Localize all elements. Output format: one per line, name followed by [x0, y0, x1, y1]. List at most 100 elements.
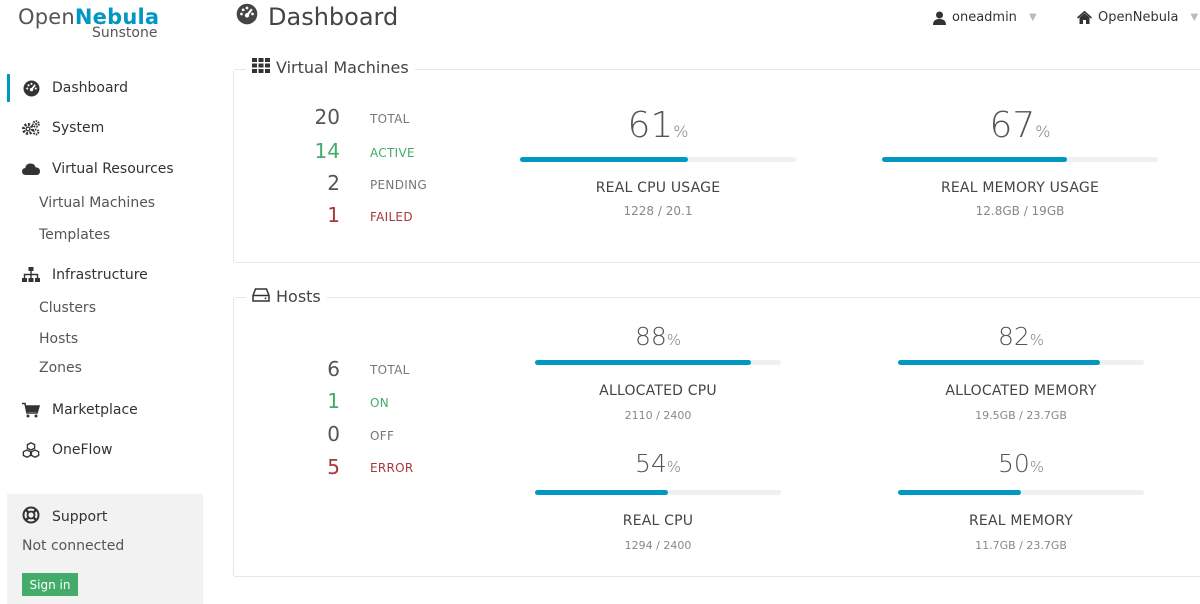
real-cpu-value: 54% [535, 449, 781, 478]
virtual-machines-legend[interactable]: Virtual Machines [246, 58, 415, 77]
active-indicator [7, 74, 10, 102]
sidebar-item-virtual-resources[interactable]: Virtual Resources [22, 155, 174, 183]
real-memory-usage-label: REAL MEMORY USAGE [940, 180, 1100, 196]
real-cpu-usage-detail: 1228 / 20.1 [623, 204, 693, 218]
life-ring-icon [22, 506, 40, 528]
allocated-memory-label: ALLOCATED MEMORY [945, 383, 1097, 399]
legend-title: Virtual Machines [276, 58, 409, 77]
real-memory-detail: 11.7GB / 23.7GB [975, 539, 1067, 552]
real-memory-value: 50% [898, 449, 1144, 478]
logo-product: Sunstone [92, 25, 158, 41]
support-status: Not connected [22, 538, 125, 554]
real-memory-label: REAL MEMORY [968, 513, 1073, 529]
dashboard-icon [236, 3, 258, 31]
sidebar-item-virtual-machines[interactable]: Virtual Machines [39, 195, 155, 211]
vm-total-count[interactable]: 20 [310, 105, 340, 129]
chevron-down-icon: ▼ [1028, 12, 1037, 23]
gauge-number: 82 [997, 322, 1030, 351]
real-cpu-label: REAL CPU [622, 513, 694, 529]
gauge-number: 61 [627, 105, 674, 146]
cubes-icon [22, 441, 40, 459]
allocated-cpu-bar [535, 360, 781, 365]
hosts-on-count[interactable]: 1 [310, 389, 340, 413]
opennebula-logo[interactable]: OpenNebula Sunstone [18, 5, 178, 41]
vm-pending-label[interactable]: PENDING [370, 178, 427, 192]
support-title: Support [22, 506, 107, 528]
allocated-cpu-detail: 2110 / 2400 [624, 409, 692, 422]
user-icon [933, 11, 946, 25]
gauge-unit: % [666, 331, 682, 349]
allocated-memory-bar-fill [898, 360, 1100, 365]
legend-title: Hosts [276, 287, 321, 306]
sidebar-item-label: OneFlow [52, 442, 113, 458]
shopping-cart-icon [22, 401, 40, 419]
gauge-unit: % [673, 122, 689, 141]
allocated-memory-detail: 19.5GB / 23.7GB [975, 409, 1067, 422]
hosts-off-label[interactable]: OFF [370, 429, 394, 443]
gauge-number: 88 [634, 322, 667, 351]
real-memory-usage-bar [882, 157, 1158, 162]
logo-prefix: Open [18, 5, 75, 29]
real-cpu-usage-bar-fill [520, 157, 689, 162]
virtual-machines-panel [233, 69, 1200, 263]
sidebar-item-templates[interactable]: Templates [39, 227, 110, 243]
zone-name: OpenNebula [1098, 10, 1179, 25]
real-memory-usage-detail: 12.8GB / 19GB [975, 204, 1065, 218]
hosts-legend[interactable]: Hosts [246, 287, 327, 306]
page-title-text: Dashboard [268, 3, 399, 31]
real-cpu-usage-label: REAL CPU USAGE [595, 180, 721, 196]
real-cpu-bar-fill [535, 490, 668, 495]
gauge-unit: % [1029, 458, 1045, 476]
home-icon [1077, 11, 1092, 24]
allocated-memory-value: 82% [898, 322, 1144, 351]
dashboard-icon [22, 79, 40, 97]
sidebar-item-label: Marketplace [52, 402, 138, 418]
real-cpu-bar [535, 490, 781, 495]
allocated-memory-bar [898, 360, 1144, 365]
vm-failed-count[interactable]: 1 [310, 203, 340, 227]
sidebar-item-oneflow[interactable]: OneFlow [22, 436, 112, 464]
real-cpu-usage-value: 61% [520, 105, 796, 146]
sidebar-item-system[interactable]: System [22, 114, 104, 142]
sidebar-item-label: Virtual Resources [52, 161, 174, 177]
vm-active-count[interactable]: 14 [310, 139, 340, 163]
hosts-error-label[interactable]: ERROR [370, 461, 414, 475]
hosts-on-label[interactable]: ON [370, 396, 389, 410]
sign-in-button[interactable]: Sign in [22, 573, 78, 596]
vm-pending-count[interactable]: 2 [310, 171, 340, 195]
real-memory-bar [898, 490, 1144, 495]
vm-total-label[interactable]: TOTAL [370, 112, 410, 126]
hosts-total-count[interactable]: 6 [310, 357, 340, 381]
user-menu[interactable]: oneadmin ▼ [933, 10, 1037, 25]
sidebar-item-marketplace[interactable]: Marketplace [22, 396, 138, 424]
allocated-cpu-bar-fill [535, 360, 752, 365]
real-memory-usage-bar-fill [882, 157, 1067, 162]
allocated-cpu-value: 88% [535, 322, 781, 351]
real-memory-bar-fill [898, 490, 1021, 495]
sidebar-item-label: Dashboard [52, 80, 128, 96]
vm-active-label[interactable]: ACTIVE [370, 146, 415, 160]
page-title: Dashboard [236, 3, 398, 31]
sitemap-icon [22, 266, 40, 284]
vm-failed-label[interactable]: FAILED [370, 210, 413, 224]
gauge-unit: % [666, 458, 682, 476]
gauge-unit: % [1029, 331, 1045, 349]
chevron-down-icon: ▼ [1190, 12, 1199, 23]
sidebar: OpenNebula Sunstone Dashboard System Vir… [0, 0, 220, 604]
sidebar-item-clusters[interactable]: Clusters [39, 300, 96, 316]
sidebar-item-infrastructure[interactable]: Infrastructure [22, 261, 148, 289]
zone-menu[interactable]: OpenNebula ▼ [1077, 10, 1198, 25]
hosts-error-count[interactable]: 5 [310, 455, 340, 479]
hosts-total-label[interactable]: TOTAL [370, 363, 410, 377]
sidebar-item-zones[interactable]: Zones [39, 360, 82, 376]
sidebar-item-label: Infrastructure [52, 267, 148, 283]
allocated-cpu-label: ALLOCATED CPU [599, 383, 717, 399]
gauge-number: 54 [634, 449, 667, 478]
hosts-off-count[interactable]: 0 [310, 422, 340, 446]
gauge-number: 50 [997, 449, 1030, 478]
real-cpu-detail: 1294 / 2400 [624, 539, 692, 552]
sidebar-item-label: System [52, 120, 105, 136]
sidebar-item-dashboard[interactable]: Dashboard [22, 74, 128, 102]
cloud-icon [22, 160, 40, 178]
sidebar-item-hosts[interactable]: Hosts [39, 331, 78, 347]
